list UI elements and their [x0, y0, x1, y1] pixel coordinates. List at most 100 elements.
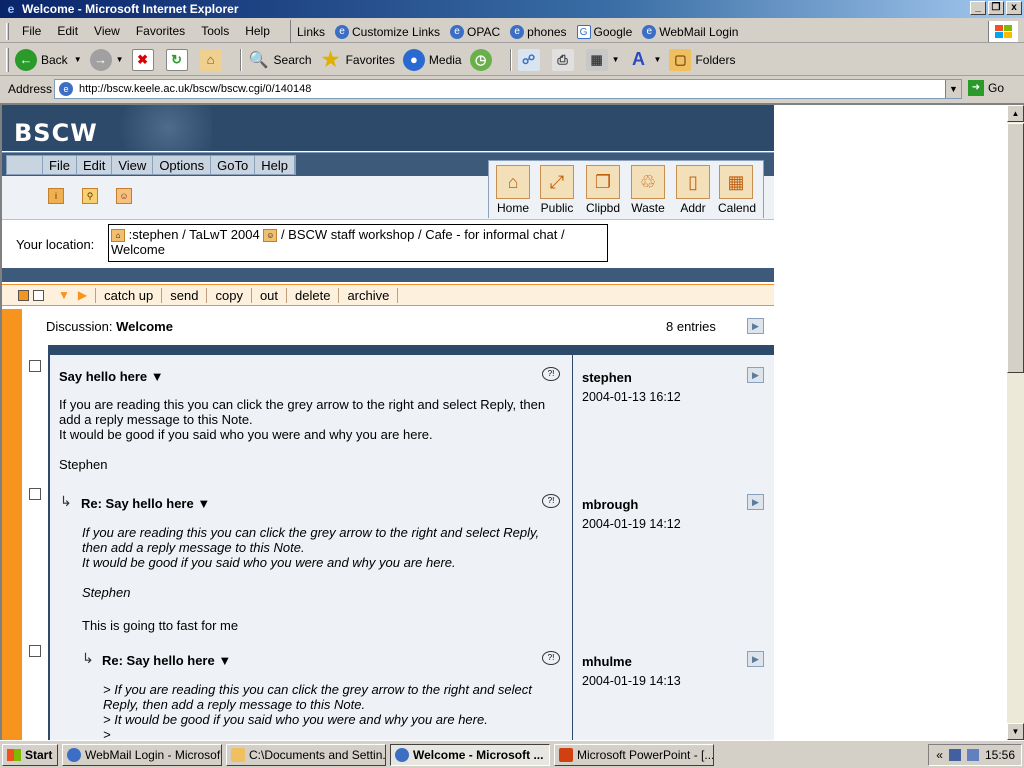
- refresh-button[interactable]: ↻: [165, 48, 192, 71]
- stop-button[interactable]: ✖: [131, 48, 158, 71]
- edit-button[interactable]: ▦ ▼: [585, 48, 620, 71]
- info-icon[interactable]: i: [48, 188, 64, 204]
- catch-up-action[interactable]: catch up: [95, 287, 163, 303]
- forward-button[interactable]: → ▼: [89, 48, 124, 71]
- note-menu-arrow-icon[interactable]: ▶: [747, 494, 764, 510]
- menu-view[interactable]: View: [86, 24, 128, 38]
- vertical-scrollbar[interactable]: ▲ ▼: [1007, 105, 1024, 740]
- menu-edit[interactable]: Edit: [49, 24, 86, 38]
- bscw-menu-goto[interactable]: GoTo: [211, 156, 256, 174]
- copy-action[interactable]: copy: [207, 287, 252, 303]
- link-webmail-login[interactable]: e WebMail Login: [642, 24, 738, 39]
- discussion-menu-arrow-icon[interactable]: ▶: [747, 318, 764, 334]
- refresh-icon: ↻: [165, 48, 188, 71]
- favorites-button[interactable]: ★ Favorites: [320, 49, 395, 71]
- scroll-down-icon[interactable]: ▼: [1007, 723, 1024, 740]
- note-checkbox[interactable]: [29, 360, 41, 372]
- address-input[interactable]: e http://bscw.keele.ac.uk/bscw/bscw.cgi/…: [54, 79, 962, 99]
- deselect-all-checkbox[interactable]: [33, 289, 44, 301]
- key-icon[interactable]: ⚲: [82, 188, 98, 204]
- home-button[interactable]: ⌂: [199, 48, 226, 71]
- bscw-menu: File Edit View Options GoTo Help: [6, 155, 296, 175]
- clock[interactable]: 15:56: [985, 748, 1015, 762]
- calendar-icon: ▦: [719, 165, 753, 199]
- note-date: 2004-01-13 16:12: [582, 390, 681, 404]
- media-button[interactable]: ● Media: [402, 48, 462, 71]
- note-rating-icon[interactable]: ?!: [542, 367, 560, 381]
- back-button[interactable]: ← Back ▼: [15, 48, 82, 71]
- bscw-menu-options[interactable]: Options: [153, 156, 212, 174]
- task-label: C:\Documents and Settin...: [249, 747, 386, 762]
- go-button[interactable]: ➜ Go: [968, 80, 1004, 96]
- quick-calendar[interactable]: ▦ Calend: [718, 165, 756, 215]
- select-all-checkbox[interactable]: [18, 289, 29, 301]
- maximize-button[interactable]: ❐: [988, 1, 1004, 15]
- note-author: stephen: [582, 370, 632, 385]
- breadcrumb: ⌂ :stephen / TaLwT 2004 ☺ / BSCW staff w…: [108, 224, 608, 262]
- members-icon[interactable]: ☺: [116, 188, 132, 204]
- bscw-menu-edit[interactable]: Edit: [77, 156, 113, 174]
- archive-action[interactable]: archive: [339, 287, 399, 303]
- task-powerpoint[interactable]: Microsoft PowerPoint - [...: [554, 743, 714, 766]
- expand-arrow-icon[interactable]: ▶: [78, 288, 87, 302]
- breadcrumb-part-1[interactable]: :stephen / TaLwT 2004: [129, 227, 260, 242]
- breadcrumb-part-2[interactable]: / BSCW staff workshop / Cafe - for infor…: [281, 227, 565, 242]
- close-button[interactable]: x: [1006, 1, 1022, 15]
- folders-button[interactable]: ▢ Folders: [669, 48, 735, 71]
- quick-waste[interactable]: ♲ Waste: [630, 165, 666, 215]
- bscw-menu-file[interactable]: File: [43, 156, 77, 174]
- send-action[interactable]: send: [162, 287, 208, 303]
- address-dropdown-icon[interactable]: ▼: [945, 80, 961, 98]
- link-google[interactable]: G Google: [576, 24, 632, 39]
- note-title[interactable]: Re: Say hello here ▼: [102, 653, 231, 668]
- bscw-menu-help[interactable]: Help: [255, 156, 295, 174]
- scroll-up-icon[interactable]: ▲: [1007, 105, 1024, 122]
- forward-dropdown-icon[interactable]: ▼: [116, 55, 124, 64]
- quick-home[interactable]: ⌂ Home: [495, 165, 531, 215]
- start-button[interactable]: Start: [2, 743, 58, 766]
- task-welcome[interactable]: Welcome - Microsoft ...: [390, 743, 550, 766]
- quick-public[interactable]: ⤢ Public: [539, 165, 575, 215]
- back-dropdown-icon[interactable]: ▼: [74, 55, 82, 64]
- note-checkbox[interactable]: [29, 488, 41, 500]
- folder-icon: [231, 747, 245, 762]
- note-menu-arrow-icon[interactable]: ▶: [747, 367, 764, 383]
- menu-favorites[interactable]: Favorites: [128, 24, 193, 38]
- task-webmail[interactable]: WebMail Login - Microsof...: [62, 743, 222, 766]
- toolbar-separator: [509, 48, 512, 71]
- delete-action[interactable]: delete: [287, 287, 340, 303]
- google-icon: G: [576, 24, 591, 39]
- font-dropdown-icon[interactable]: ▼: [654, 55, 662, 64]
- volume-icon[interactable]: [966, 749, 979, 761]
- font-button[interactable]: A ▼: [628, 49, 662, 71]
- menu-help[interactable]: Help: [237, 24, 278, 38]
- search-button[interactable]: 🔍 Search: [248, 49, 312, 71]
- task-explorer[interactable]: C:\Documents and Settin...: [226, 743, 386, 766]
- minimize-button[interactable]: _: [970, 1, 986, 15]
- out-action[interactable]: out: [252, 287, 288, 303]
- menu-file[interactable]: File: [14, 24, 49, 38]
- link-customize-links[interactable]: e Customize Links: [335, 24, 440, 39]
- print-button[interactable]: ⎙: [551, 48, 578, 71]
- link-phones[interactable]: e phones: [510, 24, 567, 39]
- address-bar: Address e http://bscw.keele.ac.uk/bscw/b…: [0, 77, 1024, 101]
- note-title[interactable]: Re: Say hello here ▼: [81, 496, 210, 511]
- quick-label: Waste: [631, 201, 665, 215]
- collapse-arrow-icon[interactable]: ▼: [58, 288, 70, 302]
- note-menu-arrow-icon[interactable]: ▶: [747, 651, 764, 667]
- link-opac[interactable]: e OPAC: [450, 24, 500, 39]
- quick-clipboard[interactable]: ❐ Clipbd: [585, 165, 621, 215]
- note-rating-icon[interactable]: ?!: [542, 494, 560, 508]
- quick-address-book[interactable]: ▯ Addr: [675, 165, 711, 215]
- bscw-menu-view[interactable]: View: [112, 156, 154, 174]
- note-rating-icon[interactable]: ?!: [542, 651, 560, 665]
- note-checkbox[interactable]: [29, 645, 41, 657]
- edit-dropdown-icon[interactable]: ▼: [612, 55, 620, 64]
- history-button[interactable]: ◷: [469, 48, 496, 71]
- menu-tools[interactable]: Tools: [193, 24, 237, 38]
- tray-expand-icon[interactable]: «: [936, 748, 943, 762]
- network-icon[interactable]: [948, 749, 961, 761]
- note-title[interactable]: Say hello here ▼: [59, 369, 164, 384]
- discuss-button[interactable]: ☍: [517, 48, 544, 71]
- scroll-thumb[interactable]: [1007, 123, 1024, 373]
